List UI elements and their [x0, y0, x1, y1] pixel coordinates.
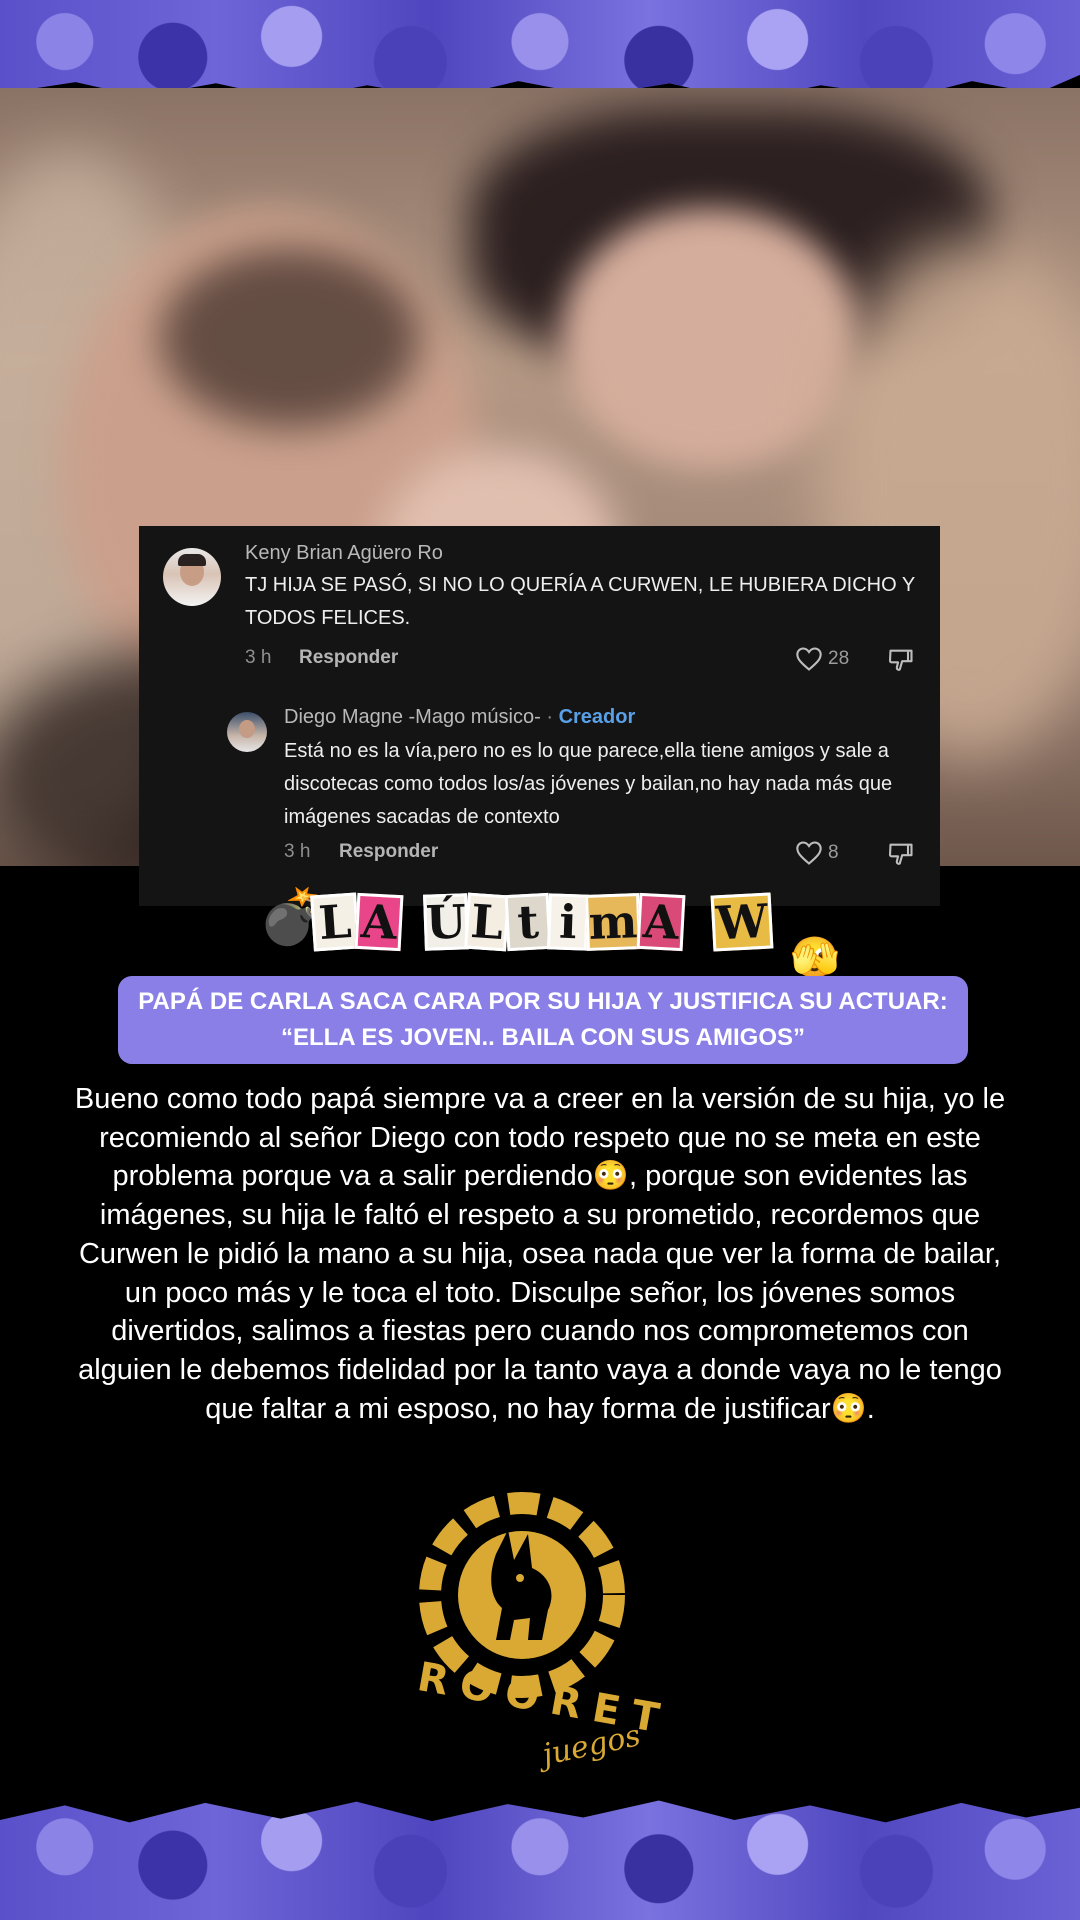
peek-face-emoji: 🫣 [790, 936, 840, 980]
title-letter: L [464, 892, 510, 952]
title-letter: i [547, 893, 589, 951]
bottom-collage-banner [0, 1800, 1080, 1920]
title-letter: L [310, 892, 360, 952]
title-banner: 💣 L A Ú L t i m A W 🫣 [0, 887, 1080, 980]
title-letter: m [585, 893, 641, 951]
comment-text: TJ HIJA SE PASÓ, SI NO LO QUERÍA A CURWE… [245, 574, 915, 629]
comment-like-count: 28 [828, 648, 850, 669]
title-letter: t [504, 892, 552, 952]
creator-name[interactable]: Diego Magne -Mago músico- [284, 706, 541, 728]
comment-reply-button[interactable]: Responder [299, 647, 398, 669]
body-text: Bueno como todo papá siempre va a creer … [74, 1083, 1006, 1425]
comment-like-button[interactable]: 28 [795, 646, 865, 674]
creator-avatar[interactable] [227, 712, 267, 752]
title-letter: A [636, 892, 686, 952]
creator-separator: · [546, 706, 554, 728]
reply-time: 3 h [284, 841, 311, 862]
heart-icon [796, 647, 822, 671]
reply-text: Está no es la vía,pero no es lo que pare… [284, 740, 893, 828]
heart-icon [796, 841, 822, 865]
thumbs-down-icon [888, 843, 913, 865]
commenter-name[interactable]: Keny Brian Agüero Ro [245, 542, 443, 565]
reply-like-count: 8 [828, 842, 839, 863]
reply-reply-button[interactable]: Responder [339, 841, 438, 863]
reply-like-button[interactable]: 8 [795, 840, 855, 868]
headline: PAPÁ DE CARLA SACA CARA POR SU HIJA Y JU… [118, 976, 968, 1064]
title-letter: A [354, 892, 404, 952]
rooret-logo: ROORET juegos [410, 1490, 680, 1790]
title-letter: W [710, 892, 774, 952]
creator-badge: Creador [558, 706, 636, 728]
comment-dislike-button[interactable] [887, 646, 917, 674]
commenter-avatar[interactable] [163, 548, 221, 606]
reply-dislike-button[interactable] [887, 840, 917, 868]
comment-card: Keny Brian Agüero Ro TJ HIJA SE PASÓ, SI… [139, 526, 940, 906]
thumbs-down-icon [888, 649, 913, 671]
comment-time: 3 h [245, 647, 272, 668]
creator-name-row: Diego Magne -Mago músico- · Creador [284, 706, 635, 729]
title-letter: Ú [423, 893, 469, 951]
